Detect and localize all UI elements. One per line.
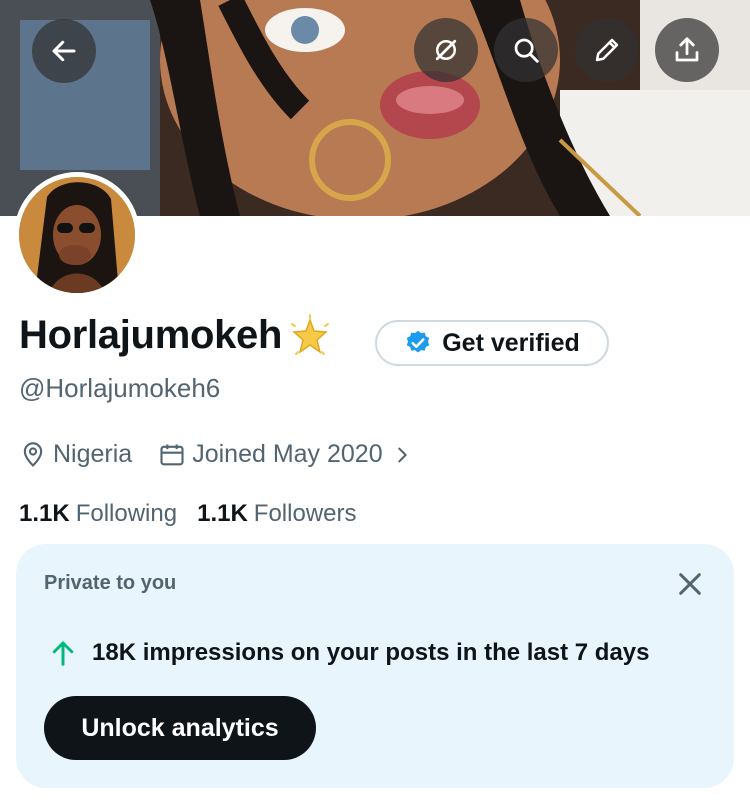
following-link[interactable]: 1.1K Following xyxy=(19,500,177,528)
joined-text: Joined May 2020 xyxy=(192,440,383,468)
glowing-star-icon xyxy=(291,313,330,355)
back-button[interactable] xyxy=(32,19,96,83)
impressions-stat: 18K impressions on your posts in the las… xyxy=(48,638,650,668)
search-button[interactable] xyxy=(494,18,558,82)
share-button[interactable] xyxy=(655,18,719,82)
name-row: Horlajumokeh xyxy=(19,313,332,358)
close-icon[interactable] xyxy=(674,568,706,600)
follow-stats: 1.1K Following 1.1K Followers xyxy=(19,500,357,528)
impressions-text: 18K impressions on your posts in the las… xyxy=(92,639,650,666)
search-icon xyxy=(514,38,539,63)
location-pin-icon xyxy=(23,441,43,467)
grok-button[interactable] xyxy=(414,18,478,82)
avatar[interactable] xyxy=(14,172,140,298)
arrow-up-icon xyxy=(52,641,74,666)
get-verified-label: Get verified xyxy=(442,328,580,357)
joined-date[interactable]: Joined May 2020 xyxy=(158,440,412,469)
following-label: Following xyxy=(75,500,178,527)
verified-badge-icon xyxy=(407,330,430,353)
unlock-analytics-button[interactable]: Unlock analytics xyxy=(44,696,316,760)
followers-label: Followers xyxy=(253,500,357,527)
grok-icon xyxy=(435,39,457,61)
avatar-image xyxy=(19,177,135,293)
location-text: Nigeria xyxy=(53,440,133,468)
followers-link[interactable]: 1.1K Followers xyxy=(197,500,356,528)
private-tag: Private to you xyxy=(44,572,177,594)
following-count: 1.1K xyxy=(19,500,70,527)
analytics-card: Private to you 18K impressions on your p… xyxy=(16,544,734,788)
chevron-right-icon xyxy=(397,447,407,462)
edit-button[interactable] xyxy=(575,18,639,82)
profile-meta: Nigeria Joined May 2020 xyxy=(19,440,413,469)
share-upload-icon xyxy=(675,37,699,62)
get-verified-button[interactable]: Get verified xyxy=(375,320,609,366)
display-name: Horlajumokeh xyxy=(19,313,283,357)
followers-count: 1.1K xyxy=(197,500,248,527)
calendar-icon xyxy=(160,444,184,465)
edit-pencil-icon xyxy=(595,38,619,62)
user-handle: @Horlajumokeh6 xyxy=(19,373,221,403)
back-arrow-icon xyxy=(52,40,76,62)
